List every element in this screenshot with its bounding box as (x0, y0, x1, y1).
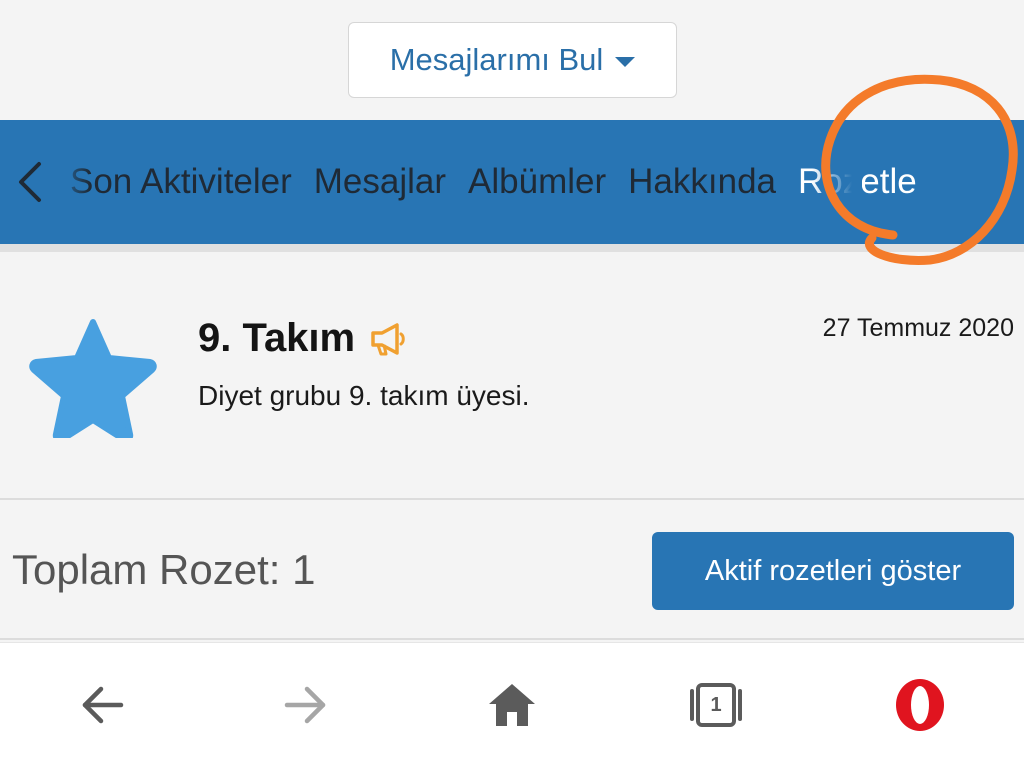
tab-about[interactable]: Hakkında (628, 162, 776, 202)
tabs-switcher-icon[interactable]: 1 (686, 675, 746, 735)
find-my-messages-label: Mesajlarımı Bul (389, 42, 604, 77)
summary-row: Toplam Rozet: 1 Aktif rozetleri göster (0, 500, 1024, 640)
tab-albums[interactable]: Albümler (468, 162, 606, 202)
show-active-badges-button[interactable]: Aktif rozetleri göster (652, 532, 1014, 610)
star-icon (29, 319, 157, 438)
badge-title-text: 9. Takım (198, 316, 356, 360)
badge-date: 27 Temmuz 2020 (822, 314, 1014, 342)
total-badges-label: Toplam Rozet: 1 (12, 546, 316, 593)
caret-down-icon (615, 57, 636, 67)
forward-arrow-icon[interactable] (276, 675, 336, 735)
tab-count: 1 (710, 693, 722, 716)
top-area: Mesajlarımı Bul (0, 0, 1024, 120)
home-icon[interactable] (482, 675, 542, 735)
tab-messages[interactable]: Mesajlar (314, 162, 446, 202)
tab-fade-mid (812, 120, 862, 244)
browser-bottom-bar: 1 (0, 642, 1024, 768)
tab-fade-left (56, 120, 90, 244)
back-arrow-icon[interactable] (72, 675, 132, 735)
badge-description: Diyet grubu 9. takım üyesi. (198, 380, 530, 411)
badge-row: 9. Takım Diyet grubu 9. takım üyesi. 27 … (0, 252, 1024, 500)
tab-bar-divider (0, 244, 1024, 252)
tab-recent-activity[interactable]: Son Aktiviteler (70, 162, 292, 202)
chevron-left-icon[interactable] (8, 156, 52, 208)
megaphone-icon (371, 322, 405, 355)
tab-list: Son Aktiviteler Mesajlar Albümler Hakkın… (70, 120, 917, 244)
badge-title: 9. Takım (198, 316, 409, 361)
opera-menu-icon[interactable] (890, 675, 950, 735)
profile-tab-bar: Son Aktiviteler Mesajlar Albümler Hakkın… (0, 120, 1024, 244)
find-my-messages-button[interactable]: Mesajlarımı Bul (348, 22, 677, 98)
